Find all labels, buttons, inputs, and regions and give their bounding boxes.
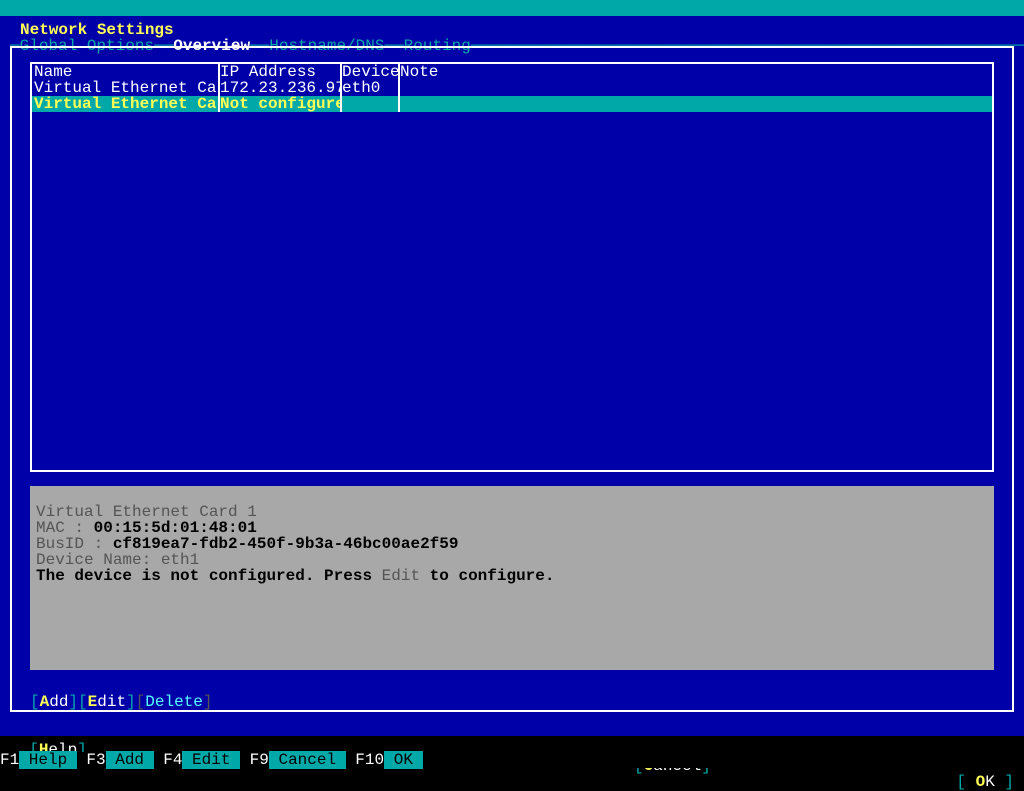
device-details-panel: Virtual Ethernet Card 1 MAC : 00:15:5d:0… xyxy=(30,486,994,670)
cell-ip: 172.23.236.97 xyxy=(220,80,340,96)
col-device: Device xyxy=(342,64,398,80)
table-row[interactable]: Virtual Ethernet Card 0 172.23.236.97 et… xyxy=(32,80,992,96)
add-button[interactable]: [Add] xyxy=(30,693,78,711)
fkey-add[interactable]: F3 Add xyxy=(86,751,153,769)
function-key-bar: F1 Help F3 Add F4 Edit F9 Cancel F10 OK xyxy=(0,752,1024,768)
edit-button[interactable]: [Edit] xyxy=(78,693,136,711)
cell-name: Virtual Ethernet Card 1 xyxy=(32,96,218,112)
tab-bar: ─Global Options──Overview──Hostname/DNS─… xyxy=(10,38,1024,54)
table-row[interactable]: Virtual Ethernet Card 1 Not configured xyxy=(32,96,992,112)
fkey-cancel[interactable]: F9 Cancel xyxy=(250,751,346,769)
col-note: Note xyxy=(400,64,992,80)
fkey-ok[interactable]: F10 OK xyxy=(355,751,422,769)
config-hint-edit: Edit xyxy=(382,567,420,585)
col-name: Name xyxy=(32,64,218,80)
cell-device: eth0 xyxy=(342,80,398,96)
fkey-edit[interactable]: F4 Edit xyxy=(163,751,240,769)
cell-note xyxy=(400,96,992,112)
window-title-bar: YaST2 - lan @ scg-uat xyxy=(0,0,1024,16)
delete-button[interactable]: [Delete] xyxy=(136,693,213,711)
col-ip: IP Address xyxy=(220,64,340,80)
tab-hostname-dns[interactable]: Hostname/DNS xyxy=(269,37,384,55)
table-actions: [Add][Edit][Delete] xyxy=(30,694,213,710)
cell-name: Virtual Ethernet Card 0 xyxy=(32,80,218,96)
tab-routing[interactable]: Routing xyxy=(404,37,471,55)
page-title: Network Settings xyxy=(20,22,174,38)
cell-device xyxy=(342,96,398,112)
fkey-help[interactable]: F1 Help xyxy=(0,751,77,769)
cell-note xyxy=(400,80,992,96)
ok-button[interactable]: [ OK ] xyxy=(956,774,1014,790)
network-cards-table[interactable]: Name IP Address Device Note Virtual Ethe… xyxy=(30,62,994,472)
tab-overview[interactable]: Overview xyxy=(173,37,250,55)
table-header: Name IP Address Device Note xyxy=(32,64,992,80)
config-hint-suffix: to configure. xyxy=(420,567,554,585)
tab-global-options[interactable]: Global Options xyxy=(20,37,154,55)
config-hint-prefix: The device is not configured. Press xyxy=(36,567,382,585)
cell-ip: Not configured xyxy=(220,96,340,112)
